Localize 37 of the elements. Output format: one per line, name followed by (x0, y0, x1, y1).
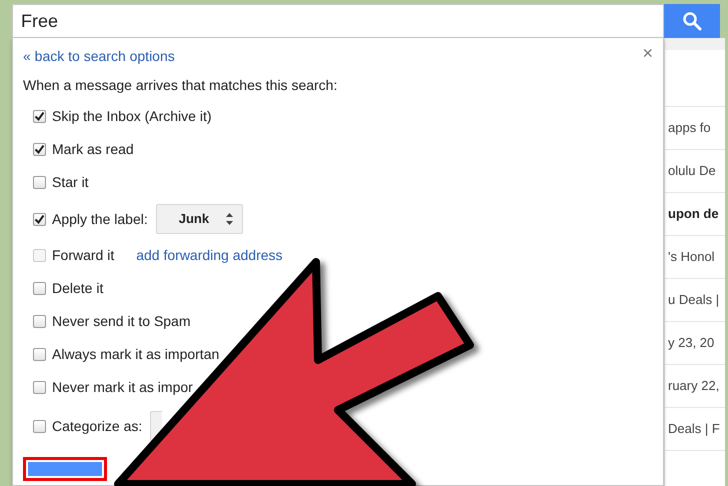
option-label: Mark as read (52, 140, 134, 159)
submit-button[interactable] (23, 457, 107, 481)
checkbox[interactable] (33, 348, 46, 361)
option-label: Forward it (52, 246, 114, 265)
checkbox[interactable] (33, 212, 46, 226)
checkbox[interactable] (33, 176, 46, 189)
option-label: Never mark it as impor (52, 378, 193, 397)
option-label: Delete it (52, 279, 104, 298)
option-label: Always mark it as importan (52, 345, 220, 364)
checkbox[interactable] (33, 282, 46, 295)
checkbox[interactable] (33, 110, 46, 123)
checkbox[interactable] (33, 143, 46, 156)
option-label: Star it (52, 173, 89, 192)
intro-text: When a message arrives that matches this search: (23, 76, 338, 95)
label-select[interactable]: Junk (156, 204, 244, 234)
option-label: Never send it to Spam (52, 312, 191, 331)
email-subject[interactable]: olulu De (665, 150, 725, 193)
option-label: Apply the label: (52, 210, 148, 229)
search-field[interactable]: Free (12, 4, 664, 38)
email-subject[interactable]: 's Honol (665, 236, 725, 279)
search-button[interactable] (664, 4, 720, 38)
email-subject[interactable]: Deals | F (665, 408, 725, 451)
close-button[interactable]: × (642, 44, 653, 62)
option-label: Categorize as: (52, 416, 142, 436)
back-link[interactable]: « back to search options (23, 48, 175, 64)
search-icon (682, 11, 702, 31)
checkbox[interactable] (33, 420, 46, 432)
checkbox[interactable] (33, 315, 46, 328)
option-label: Skip the Inbox (Archive it) (52, 107, 212, 126)
checkbox[interactable] (33, 381, 46, 394)
list-toolbar (665, 38, 725, 50)
email-subject[interactable]: ruary 22, (665, 365, 725, 408)
email-subject[interactable]: apps fo (665, 107, 725, 150)
email-subject[interactable]: u Deals | (665, 279, 725, 322)
sort-arrows-icon (225, 211, 234, 227)
email-subject[interactable]: y 23, 20 (665, 322, 725, 365)
email-subject[interactable]: upon de (665, 193, 725, 236)
